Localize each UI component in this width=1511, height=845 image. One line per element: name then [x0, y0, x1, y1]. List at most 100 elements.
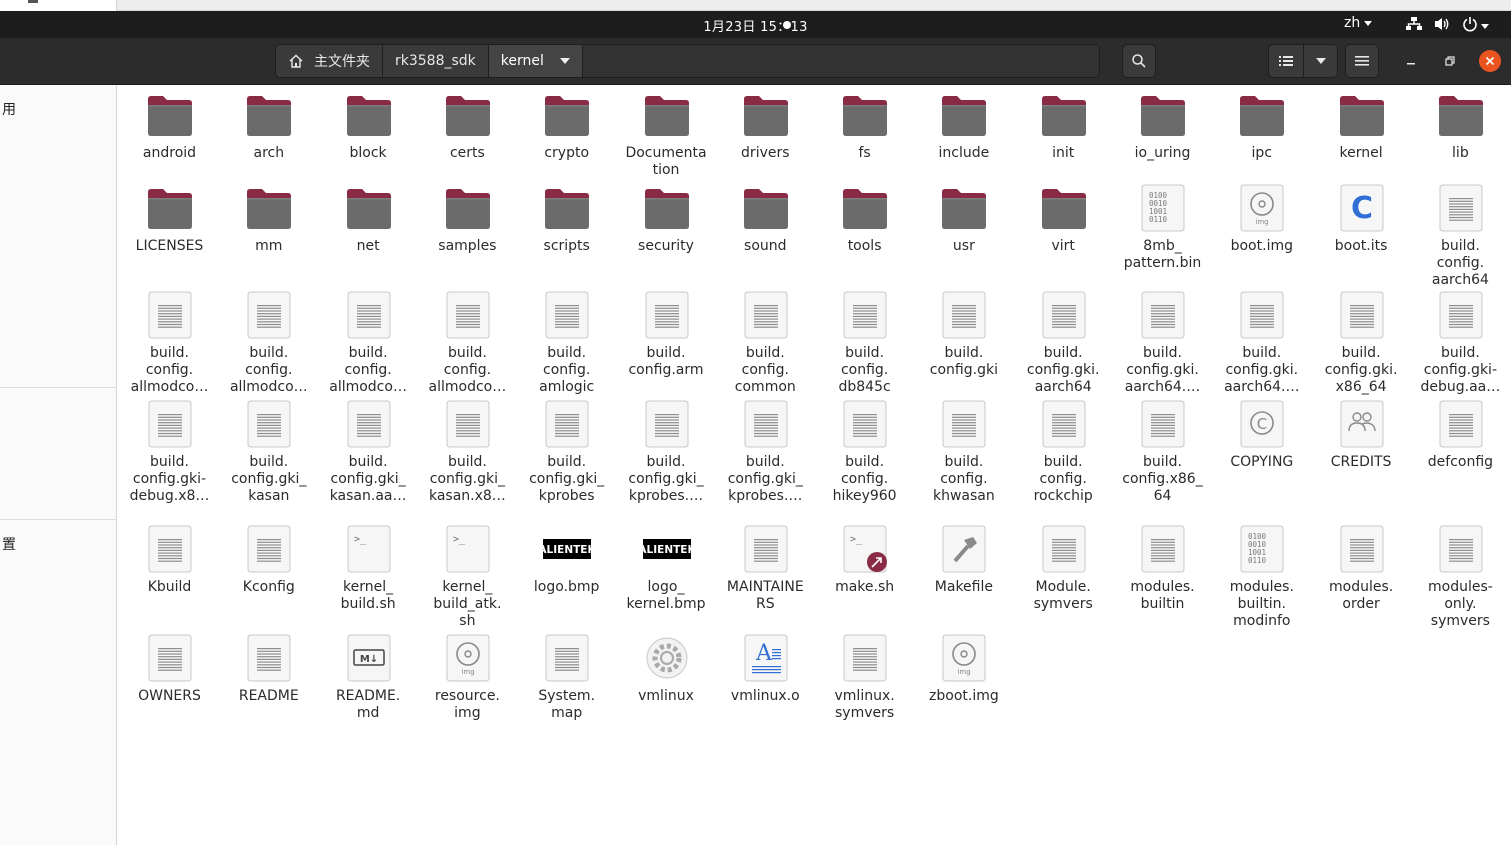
- file-name: build. config. aarch64: [1431, 238, 1489, 288]
- copyright-icon: C: [1240, 400, 1284, 448]
- hamburger-menu-icon: [1355, 56, 1369, 66]
- folder-icon: [1339, 96, 1384, 136]
- text-file-icon: [1240, 291, 1284, 339]
- file-name: lib: [1452, 145, 1469, 161]
- sidebar-separator: [0, 387, 117, 388]
- file-name: MAINTAINE RS: [726, 579, 804, 612]
- file-name: build. config.gki_ kasan: [231, 454, 307, 504]
- input-method-label: zh: [1344, 15, 1361, 31]
- file-name: usr: [952, 238, 975, 254]
- file-name: CREDITS: [1330, 454, 1392, 470]
- text-file-icon: [1439, 525, 1483, 573]
- text-file-icon: [645, 400, 688, 448]
- file-name: README: [238, 688, 299, 704]
- background-window-mark: [28, 0, 38, 3]
- volume-icon[interactable]: [1433, 16, 1451, 32]
- chevron-down-icon: [1364, 20, 1373, 26]
- executable-gear-icon: [646, 637, 687, 679]
- file-name: build. config.gki. aarch64.…: [1124, 345, 1201, 395]
- file-name: modules. builtin. modinfo: [1229, 579, 1294, 629]
- power-icon[interactable]: [1462, 16, 1478, 32]
- svg-text:0110: 0110: [1248, 556, 1267, 565]
- path-bar-empty-area[interactable]: [581, 44, 1100, 78]
- text-file-icon: [148, 291, 192, 339]
- file-name: certs: [449, 145, 485, 161]
- view-list-button[interactable]: [1268, 44, 1304, 78]
- text-file-icon: [148, 400, 192, 448]
- file-name: tools: [847, 238, 882, 254]
- folder-icon: [545, 96, 590, 136]
- path-bar: 主文件夹 rk3588_sdk kernel: [275, 44, 1100, 78]
- file-name: COPYING: [1230, 454, 1294, 470]
- file-name: build. config. rockchip: [1033, 454, 1093, 504]
- file-name: build. config.gki: [929, 345, 998, 378]
- text-file-icon: [942, 400, 986, 448]
- text-file-icon: [247, 525, 291, 573]
- svg-text:img: img: [1256, 218, 1269, 226]
- folder-icon: [247, 189, 292, 229]
- file-name: build. config.x86_ 64: [1122, 454, 1203, 504]
- input-method-indicator[interactable]: zh: [1344, 15, 1373, 31]
- file-name: virt: [1051, 238, 1075, 254]
- maximize-button[interactable]: [1439, 50, 1461, 72]
- svg-text:img: img: [461, 668, 474, 676]
- file-name: net: [356, 238, 380, 254]
- search-button[interactable]: [1122, 44, 1156, 78]
- notification-dot: [783, 21, 791, 29]
- view-options-button[interactable]: [1303, 44, 1338, 78]
- breadcrumb-home[interactable]: 主文件夹: [275, 44, 382, 78]
- list-view-icon: [1279, 56, 1293, 66]
- file-name: scripts: [543, 238, 590, 254]
- svg-text:img: img: [958, 668, 971, 676]
- file-name: android: [142, 145, 197, 161]
- system-menu-chevron-icon[interactable]: [1481, 24, 1489, 29]
- search-icon: [1132, 54, 1146, 68]
- text-file-icon: [744, 291, 788, 339]
- text-file-icon: [1439, 291, 1483, 339]
- file-name: resource. img: [434, 688, 500, 721]
- sidebar-item-truncated[interactable]: 用: [2, 99, 16, 119]
- file-name: build. config.gki_ kasan.x8…: [428, 454, 506, 504]
- file-name: ipc: [1251, 145, 1273, 161]
- shell-script-icon: >_: [347, 525, 391, 573]
- breadcrumb-rk3588-sdk[interactable]: rk3588_sdk: [382, 44, 488, 78]
- home-icon: [289, 54, 303, 68]
- clock[interactable]: 1月23日 15：13: [0, 16, 1511, 35]
- text-file-icon: [1141, 400, 1185, 448]
- folder-icon: [942, 189, 987, 229]
- folder-icon: [148, 189, 192, 229]
- minimize-button[interactable]: [1400, 50, 1422, 72]
- folder-icon: [1438, 96, 1483, 136]
- file-name: build. config.gki. x86_64: [1324, 345, 1398, 395]
- background-window-strip: [0, 0, 1511, 11]
- file-name: build. config.arm: [628, 345, 704, 378]
- file-name: build. config.gki_ kasan.aa…: [329, 454, 407, 504]
- network-icon[interactable]: [1405, 16, 1423, 32]
- sidebar-item-settings[interactable]: 置: [2, 534, 16, 554]
- folder-icon: [942, 96, 987, 136]
- markdown-icon: M↓: [347, 634, 391, 682]
- text-file-icon: [446, 291, 490, 339]
- svg-text:>_: >_: [850, 534, 863, 545]
- folder-icon: [1240, 96, 1285, 136]
- text-file-icon: [1340, 291, 1384, 339]
- file-name: zboot.img: [929, 688, 999, 704]
- breadcrumb-kernel[interactable]: kernel: [487, 44, 582, 78]
- file-name: build. config. allmodco…: [428, 345, 507, 395]
- text-file-icon: [545, 400, 589, 448]
- main-menu-button[interactable]: [1345, 44, 1379, 78]
- sidebar-separator: [0, 519, 117, 520]
- text-file-icon: [942, 291, 986, 339]
- close-button[interactable]: [1479, 50, 1501, 72]
- image-thumbnail-icon: ALIENTEK: [642, 539, 691, 559]
- svg-text:>_: >_: [453, 534, 466, 545]
- places-sidebar: 用 置: [0, 85, 117, 845]
- folder-icon: [743, 189, 788, 229]
- svg-text:0110: 0110: [1149, 215, 1168, 224]
- folder-icon: [843, 189, 888, 229]
- folder-icon: [743, 96, 788, 136]
- svg-text:C: C: [1351, 191, 1373, 226]
- file-name: build. config.gki. aarch64.…: [1224, 345, 1300, 395]
- folder-icon: [545, 189, 590, 229]
- file-name: logo.bmp: [533, 579, 600, 595]
